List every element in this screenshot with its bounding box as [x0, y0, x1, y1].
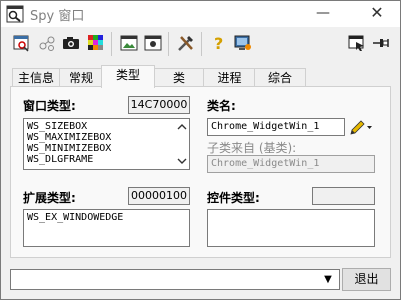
- tab-process[interactable]: 进程: [203, 68, 256, 88]
- class-name-label: 类名:: [207, 99, 236, 113]
- exit-button[interactable]: 退出: [342, 268, 391, 291]
- ex-style-label: 扩展类型:: [23, 191, 76, 205]
- svg-text:?: ?: [214, 34, 223, 53]
- tab-styles[interactable]: 类型: [101, 65, 155, 88]
- ex-style-value: 00000100: [128, 187, 190, 205]
- window-select-input[interactable]: [10, 269, 340, 290]
- find-window-icon[interactable]: [347, 33, 367, 53]
- chevron-down-icon[interactable]: ▼: [318, 270, 338, 289]
- spy-window-icon[interactable]: [12, 33, 32, 53]
- list-item[interactable]: WS_MINIMIZEBOX: [27, 143, 186, 154]
- window-style-label: 窗口类型:: [23, 99, 76, 113]
- toolbar-separator: [201, 32, 202, 56]
- subclass-label: 子类来自 (基类):: [207, 141, 297, 155]
- color-grid-icon[interactable]: [86, 33, 106, 53]
- window-style-scrollbar[interactable]: [176, 121, 188, 167]
- list-item[interactable]: WS_DLGFRAME: [27, 154, 186, 165]
- graph-nodes-icon[interactable]: [37, 33, 57, 53]
- help-question-icon[interactable]: ?: [209, 33, 229, 53]
- pin-icon[interactable]: [371, 33, 391, 53]
- control-type-value: [312, 187, 375, 205]
- window-style-list[interactable]: WS_SIZEBOX WS_MAXIMIZEBOX WS_MINIMIZEBOX…: [23, 118, 190, 170]
- list-item[interactable]: WS_EX_WINDOWEDGE: [27, 212, 186, 223]
- window-title: Spy 窗口: [30, 9, 85, 24]
- list-item[interactable]: WS_SIZEBOX: [27, 121, 186, 132]
- close-button[interactable]: ✕: [362, 1, 392, 27]
- window-style-value: 14C70000: [128, 96, 190, 114]
- camera-icon[interactable]: [61, 33, 81, 53]
- tab-summary[interactable]: 综合: [254, 68, 306, 88]
- class-name-field[interactable]: Chrome_WidgetWin_1: [207, 118, 345, 136]
- tab-class[interactable]: 类: [153, 68, 205, 88]
- minimize-button[interactable]: —: [308, 1, 338, 27]
- list-item[interactable]: WS_MAXIMIZEBOX: [27, 132, 186, 143]
- tools-icon[interactable]: [176, 33, 196, 53]
- monitor-icon[interactable]: [233, 33, 253, 53]
- control-type-label: 控件类型:: [207, 191, 260, 205]
- tab-general[interactable]: 常规: [59, 68, 103, 88]
- spy-app-icon: [6, 5, 24, 23]
- pencil-edit-icon[interactable]: [348, 118, 374, 136]
- toolbar-separator: [111, 32, 112, 56]
- control-type-list[interactable]: [207, 209, 375, 247]
- window-image-icon[interactable]: [119, 33, 139, 53]
- subclass-field: Chrome_WidgetWin_1: [207, 155, 375, 173]
- tab-main-info[interactable]: 主信息: [12, 68, 60, 88]
- window-frame-icon[interactable]: [143, 33, 163, 53]
- ex-style-list[interactable]: WS_EX_WINDOWEDGE: [23, 209, 190, 247]
- toolbar-separator: [168, 32, 169, 56]
